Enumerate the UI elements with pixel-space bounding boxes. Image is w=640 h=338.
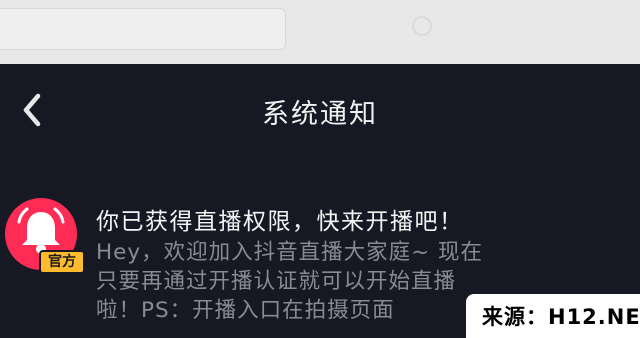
- watermark-text: 来源：H12.NET: [482, 305, 640, 329]
- notification-title: 你已获得直播权限，快来开播吧！: [96, 209, 464, 235]
- avatar[interactable]: 官方: [5, 198, 85, 274]
- search-icon: [412, 16, 432, 36]
- official-badge: 官方: [39, 250, 85, 274]
- watermark: 来源：H12.NET: [466, 294, 640, 338]
- notification-body-line: 只要再通过开播认证就可以开始直播: [96, 269, 457, 294]
- previous-screen-strip: [0, 0, 640, 64]
- nav-bar: 系统通知: [0, 64, 640, 156]
- search-box-remnant: [0, 8, 286, 50]
- notification-body-line: Hey，欢迎加入抖音直播大家庭~ 现在: [96, 240, 483, 265]
- page-title: 系统通知: [262, 99, 378, 130]
